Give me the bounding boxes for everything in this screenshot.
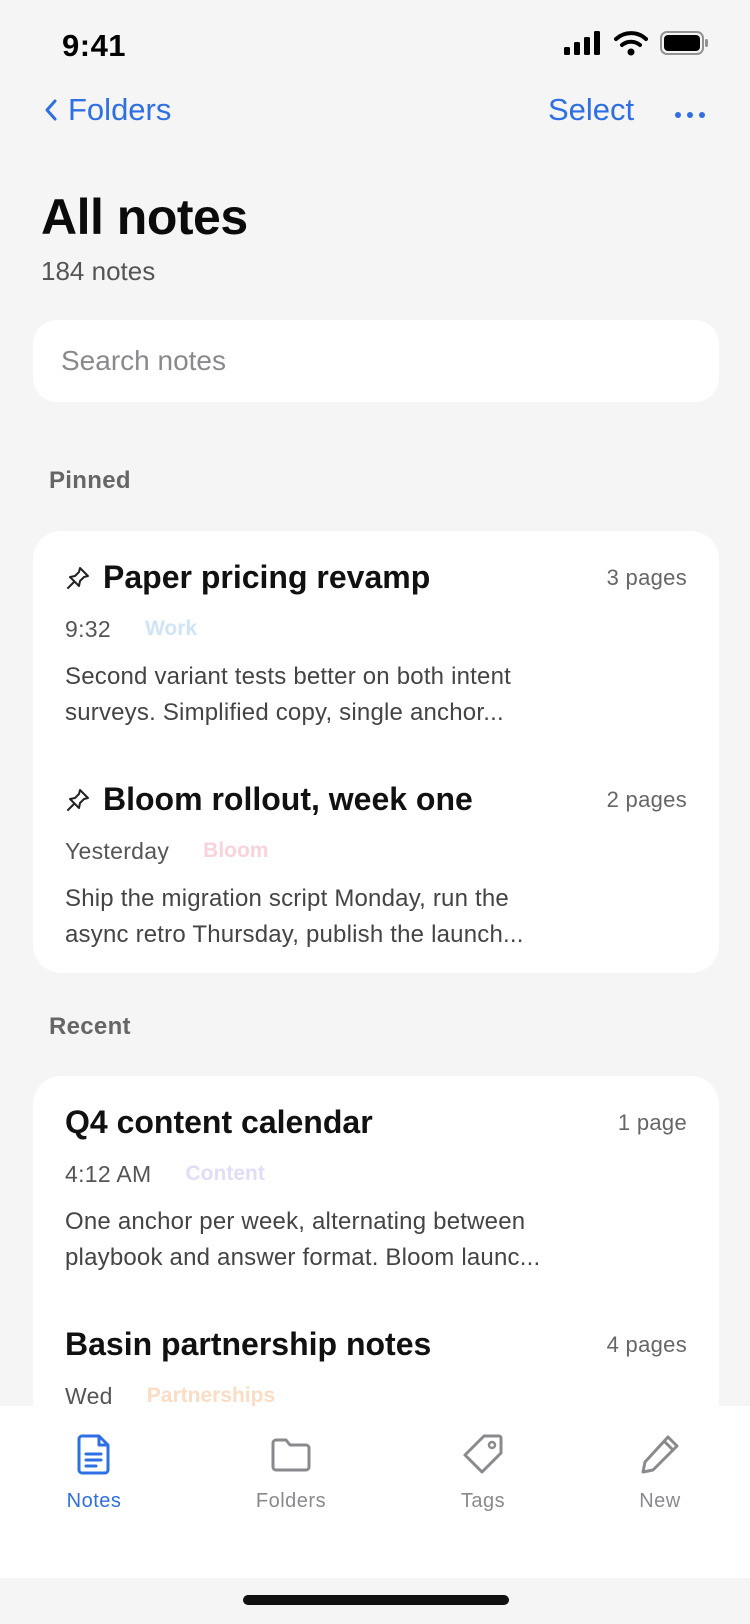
note-count: 184 notes — [41, 256, 156, 286]
tab-new-label: New — [639, 1490, 681, 1512]
note-title-row: Basin partnership notes — [65, 1326, 431, 1363]
tab-bar: Notes Folders Tags New — [0, 1406, 750, 1578]
note-title: Basin partnership notes — [65, 1326, 432, 1362]
tab-tags-label: Tags — [460, 1490, 506, 1512]
list-item[interactable]: Bloom rollout, week one 2 pages Yesterda… — [33, 753, 719, 973]
pin-icon — [67, 566, 89, 589]
tab-tags[interactable]: Tags — [423, 1432, 543, 1532]
signal-icon — [564, 31, 600, 55]
note-title: Q4 content calendar — [65, 1104, 373, 1140]
status-time: 9:41 — [62, 28, 127, 63]
tab-notes-label: Notes — [66, 1490, 122, 1512]
note-preview-line: One anchor per week, alternating between — [65, 1208, 526, 1235]
tab-notes[interactable]: Notes — [34, 1432, 154, 1532]
note-page-count: 4 pages — [606, 1332, 687, 1357]
more-icon[interactable] — [672, 90, 712, 130]
select-button[interactable]: Select — [548, 92, 634, 128]
notes-icon — [77, 1434, 110, 1475]
folder-icon — [271, 1438, 311, 1472]
note-preview: One anchor per week, alternating between… — [65, 1204, 655, 1276]
tab-new[interactable]: New — [600, 1432, 720, 1532]
note-date: Yesterday — [65, 837, 170, 864]
status-bar: 9:41 — [0, 0, 750, 90]
search-box[interactable] — [33, 320, 719, 402]
note-preview-line: playbook and answer format. Bloom launc.… — [65, 1244, 541, 1271]
list-item[interactable]: Paper pricing revamp 3 pages 9:32 Work S… — [33, 531, 719, 753]
tag-icon — [463, 1434, 503, 1474]
note-page-count: 2 pages — [606, 787, 687, 812]
list-item[interactable]: Q4 content calendar 1 page 4:12 AM Conte… — [33, 1076, 719, 1298]
note-preview-line: async retro Thursday, publish the launch… — [65, 921, 524, 948]
wifi-icon — [614, 31, 648, 56]
note-date: 4:12 AM — [65, 1160, 152, 1187]
note-date: 9:32 — [65, 615, 111, 642]
section-label-recent: Recent — [49, 1013, 131, 1040]
back-label: Folders — [68, 92, 172, 127]
note-tag: Work — [144, 617, 198, 640]
note-title: Paper pricing revamp — [103, 559, 431, 595]
note-meta: Yesterday Bloom — [65, 837, 272, 865]
note-preview-line: Second variant tests better on both inte… — [65, 663, 512, 690]
pencil-icon — [641, 1435, 679, 1474]
back-button[interactable]: Folders — [44, 92, 171, 128]
note-meta: 4:12 AM Content — [65, 1160, 269, 1188]
page-title: All notes — [41, 189, 248, 245]
note-page-count: 1 page — [617, 1110, 687, 1135]
note-preview: Ship the migration script Monday, run th… — [65, 881, 655, 953]
note-title-row: Paper pricing revamp — [65, 559, 430, 596]
tab-folders-label: Folders — [255, 1490, 327, 1512]
note-preview-line: Ship the migration script Monday, run th… — [65, 885, 509, 912]
note-title-row: Bloom rollout, week one — [65, 781, 473, 818]
section-label-pinned: Pinned — [49, 467, 131, 494]
note-tag: Content — [185, 1162, 265, 1185]
note-meta: 9:32 Work — [65, 615, 201, 643]
note-title-row: Q4 content calendar — [65, 1104, 373, 1141]
note-tag: Bloom — [203, 839, 269, 862]
search-input[interactable] — [61, 320, 691, 402]
nav-bar: Folders Select — [0, 86, 750, 142]
tab-folders[interactable]: Folders — [231, 1432, 351, 1532]
note-page-count: 3 pages — [606, 565, 687, 590]
battery-icon — [660, 31, 708, 55]
home-indicator[interactable] — [243, 1595, 509, 1605]
note-preview: Second variant tests better on both inte… — [65, 659, 655, 731]
chevron-left-icon — [45, 99, 57, 121]
note-preview-line: surveys. Simplified copy, single anchor.… — [65, 699, 504, 726]
pinned-card: Paper pricing revamp 3 pages 9:32 Work S… — [33, 531, 719, 973]
status-icons — [564, 30, 710, 56]
note-title: Bloom rollout, week one — [103, 781, 473, 817]
pin-icon — [67, 788, 89, 811]
